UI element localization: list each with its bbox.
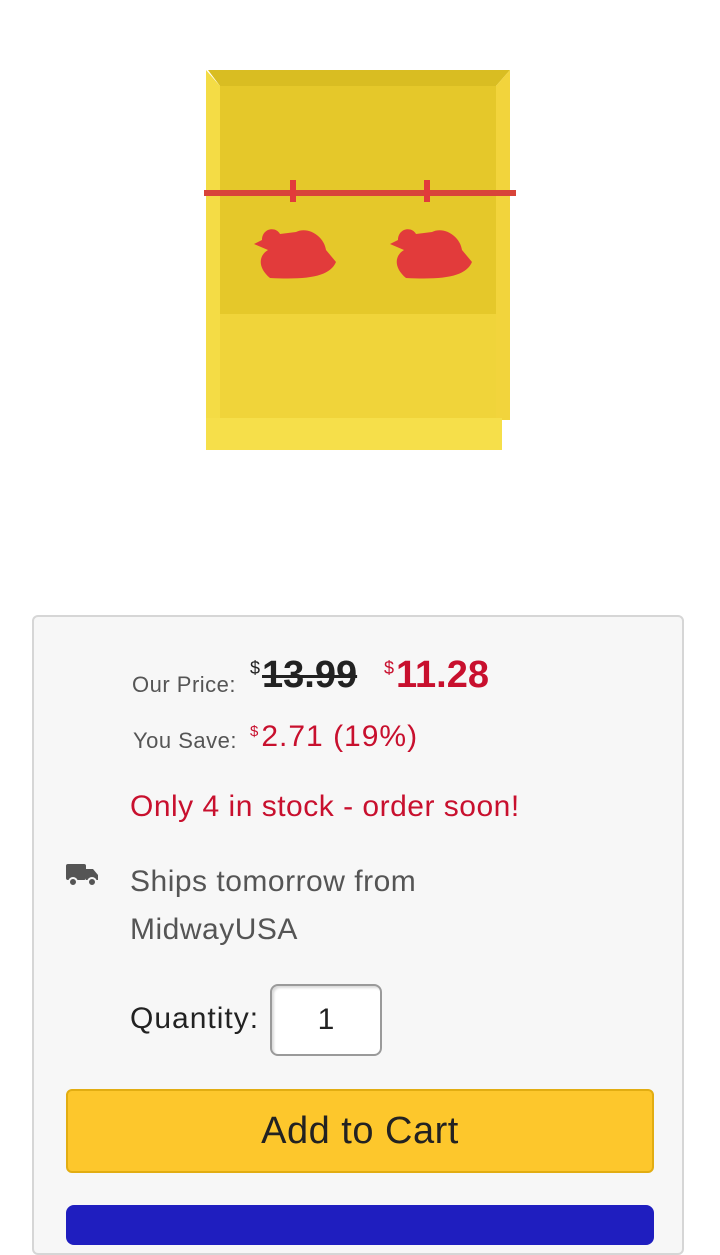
quantity-input[interactable]: [270, 984, 382, 1056]
savings-amount: $2.71 (19%): [250, 720, 418, 754]
you-save-label: You Save:: [133, 728, 237, 753]
sale-price: $11.28: [384, 654, 489, 697]
currency-symbol: $: [250, 658, 261, 678]
add-to-cart-button[interactable]: Add to Cart: [66, 1089, 654, 1173]
quantity-label: Quantity:: [130, 1002, 260, 1035]
original-price: $13.99: [250, 654, 357, 697]
stock-status: Only 4 in stock - order soon!: [130, 790, 520, 823]
shipping-message: Ships tomorrow from MidwayUSA: [130, 865, 417, 946]
sale-price-value: 11.28: [396, 654, 490, 696]
original-price-value: 13.99: [262, 654, 358, 696]
truck-icon: [66, 864, 98, 887]
savings-amount-value: 2.71 (19%): [261, 720, 419, 753]
our-price-label: Our Price:: [132, 672, 237, 697]
secondary-action-button[interactable]: [66, 1205, 654, 1245]
currency-symbol: $: [250, 723, 260, 740]
currency-symbol: $: [384, 658, 395, 678]
product-image[interactable]: [0, 0, 720, 560]
